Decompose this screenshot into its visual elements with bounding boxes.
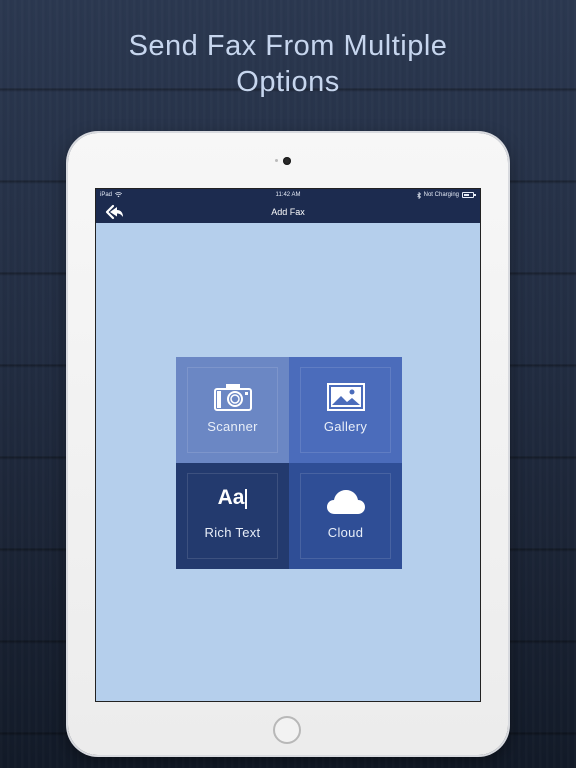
status-bar: iPad 11:42 AM Not Charging [96,189,480,201]
image-icon [326,383,365,411]
cloud-option[interactable]: Cloud [289,463,402,569]
text-cursor [245,489,248,509]
battery-icon [462,192,476,198]
gallery-option[interactable]: Gallery [289,357,402,463]
headline-line-1: Send Fax From Multiple [128,30,448,62]
scanner-option[interactable]: Scanner [176,357,289,463]
headline-line-2: Options [236,66,340,98]
sensor-dot [275,159,278,162]
battery-level [464,194,469,196]
bluetooth-icon [416,191,421,199]
nav-title: Add Fax [271,207,305,217]
cloud-label: Cloud [327,525,364,540]
promo-headline: Send Fax From Multiple Options [0,28,576,100]
ipad-device-frame: iPad 11:42 AM Not Charging Add Fax Scann… [68,133,508,755]
charging-status: Not Charging [423,192,459,198]
fax-source-options: Scanner Gallery Aa Rich Text Cloud [176,357,402,569]
app-screen: iPad 11:42 AM Not Charging Add Fax Scann… [95,188,481,702]
rich-text-label: Rich Text [204,525,261,540]
scanner-label: Scanner [207,419,258,434]
gallery-label: Gallery [323,419,368,434]
navigation-bar: Add Fax [96,201,480,223]
cloud-icon [326,490,365,514]
camera-icon [213,384,252,411]
front-camera [283,157,291,165]
home-button[interactable] [273,716,301,744]
text-glyph: Aa [217,486,245,509]
text-format-icon: Aa [176,486,289,513]
rich-text-option[interactable]: Aa Rich Text [176,463,289,569]
